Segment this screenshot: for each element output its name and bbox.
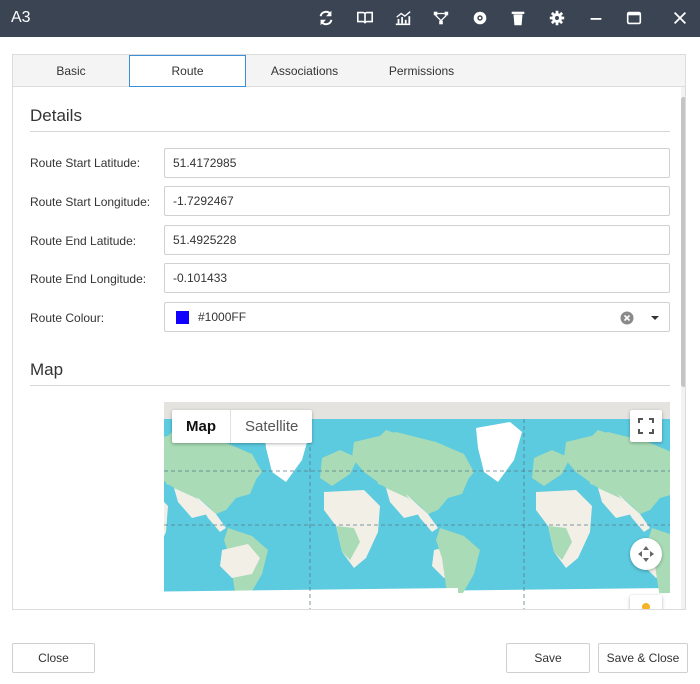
trash-icon[interactable] bbox=[508, 8, 528, 28]
details-divider bbox=[30, 131, 670, 132]
route-end-longitude-label: Route End Longitude: bbox=[30, 272, 147, 286]
close-icon[interactable] bbox=[670, 8, 690, 28]
scrollbar-thumb[interactable] bbox=[681, 97, 685, 387]
maximize-icon[interactable] bbox=[624, 8, 644, 28]
refresh-icon[interactable] bbox=[316, 8, 336, 28]
save-and-close-button[interactable]: Save & Close bbox=[598, 643, 688, 673]
details-heading: Details bbox=[30, 106, 82, 125]
tab-permissions[interactable]: Permissions bbox=[363, 55, 480, 87]
map-heading: Map bbox=[30, 360, 64, 379]
route-start-longitude-input[interactable]: -1.7292467 bbox=[164, 186, 670, 216]
fullscreen-icon[interactable] bbox=[630, 410, 662, 442]
map-type-satellite-button[interactable]: Satellite bbox=[231, 410, 312, 443]
map-divider bbox=[30, 385, 670, 386]
chart-icon[interactable] bbox=[393, 8, 413, 28]
pan-control-icon[interactable] bbox=[630, 538, 662, 570]
tab-bar: Basic Route Associations Permissions bbox=[13, 55, 685, 87]
route-start-longitude-label: Route Start Longitude: bbox=[30, 195, 151, 209]
dialog-panel: Basic Route Associations Permissions Det… bbox=[12, 54, 686, 610]
vertical-scrollbar[interactable] bbox=[681, 87, 685, 609]
map-type-control: Map Satellite bbox=[172, 410, 313, 443]
map-view[interactable]: Map Satellite bbox=[164, 402, 670, 609]
route-colour-value: #1000FF bbox=[198, 310, 247, 324]
clear-icon[interactable] bbox=[620, 311, 634, 325]
chevron-down-icon[interactable] bbox=[651, 314, 659, 322]
save-button[interactable]: Save bbox=[506, 643, 590, 673]
tab-route[interactable]: Route bbox=[129, 55, 246, 87]
network-icon[interactable] bbox=[431, 8, 451, 28]
settings-icon[interactable] bbox=[547, 8, 567, 28]
colour-swatch bbox=[176, 310, 189, 324]
tab-basic[interactable]: Basic bbox=[13, 55, 129, 87]
route-start-latitude-label: Route Start Latitude: bbox=[30, 156, 141, 170]
close-button[interactable]: Close bbox=[12, 643, 95, 673]
tab-associations[interactable]: Associations bbox=[246, 55, 363, 87]
route-colour-label: Route Colour: bbox=[30, 311, 105, 325]
window-title: A3 bbox=[11, 9, 31, 26]
title-bar: A3 bbox=[0, 0, 700, 37]
route-end-latitude-label: Route End Latitude: bbox=[30, 234, 137, 248]
route-end-longitude-input[interactable]: -0.101433 bbox=[164, 263, 670, 293]
route-start-latitude-input[interactable]: 51.4172985 bbox=[164, 148, 670, 178]
route-colour-picker[interactable]: #1000FF bbox=[164, 302, 670, 332]
map-type-map-button[interactable]: Map bbox=[172, 410, 230, 443]
cog-badge-icon[interactable] bbox=[470, 8, 490, 28]
minimize-icon[interactable] bbox=[586, 8, 606, 28]
route-end-latitude-input[interactable]: 51.4925228 bbox=[164, 225, 670, 255]
pegman-icon[interactable] bbox=[630, 595, 662, 609]
book-icon[interactable] bbox=[355, 8, 375, 28]
